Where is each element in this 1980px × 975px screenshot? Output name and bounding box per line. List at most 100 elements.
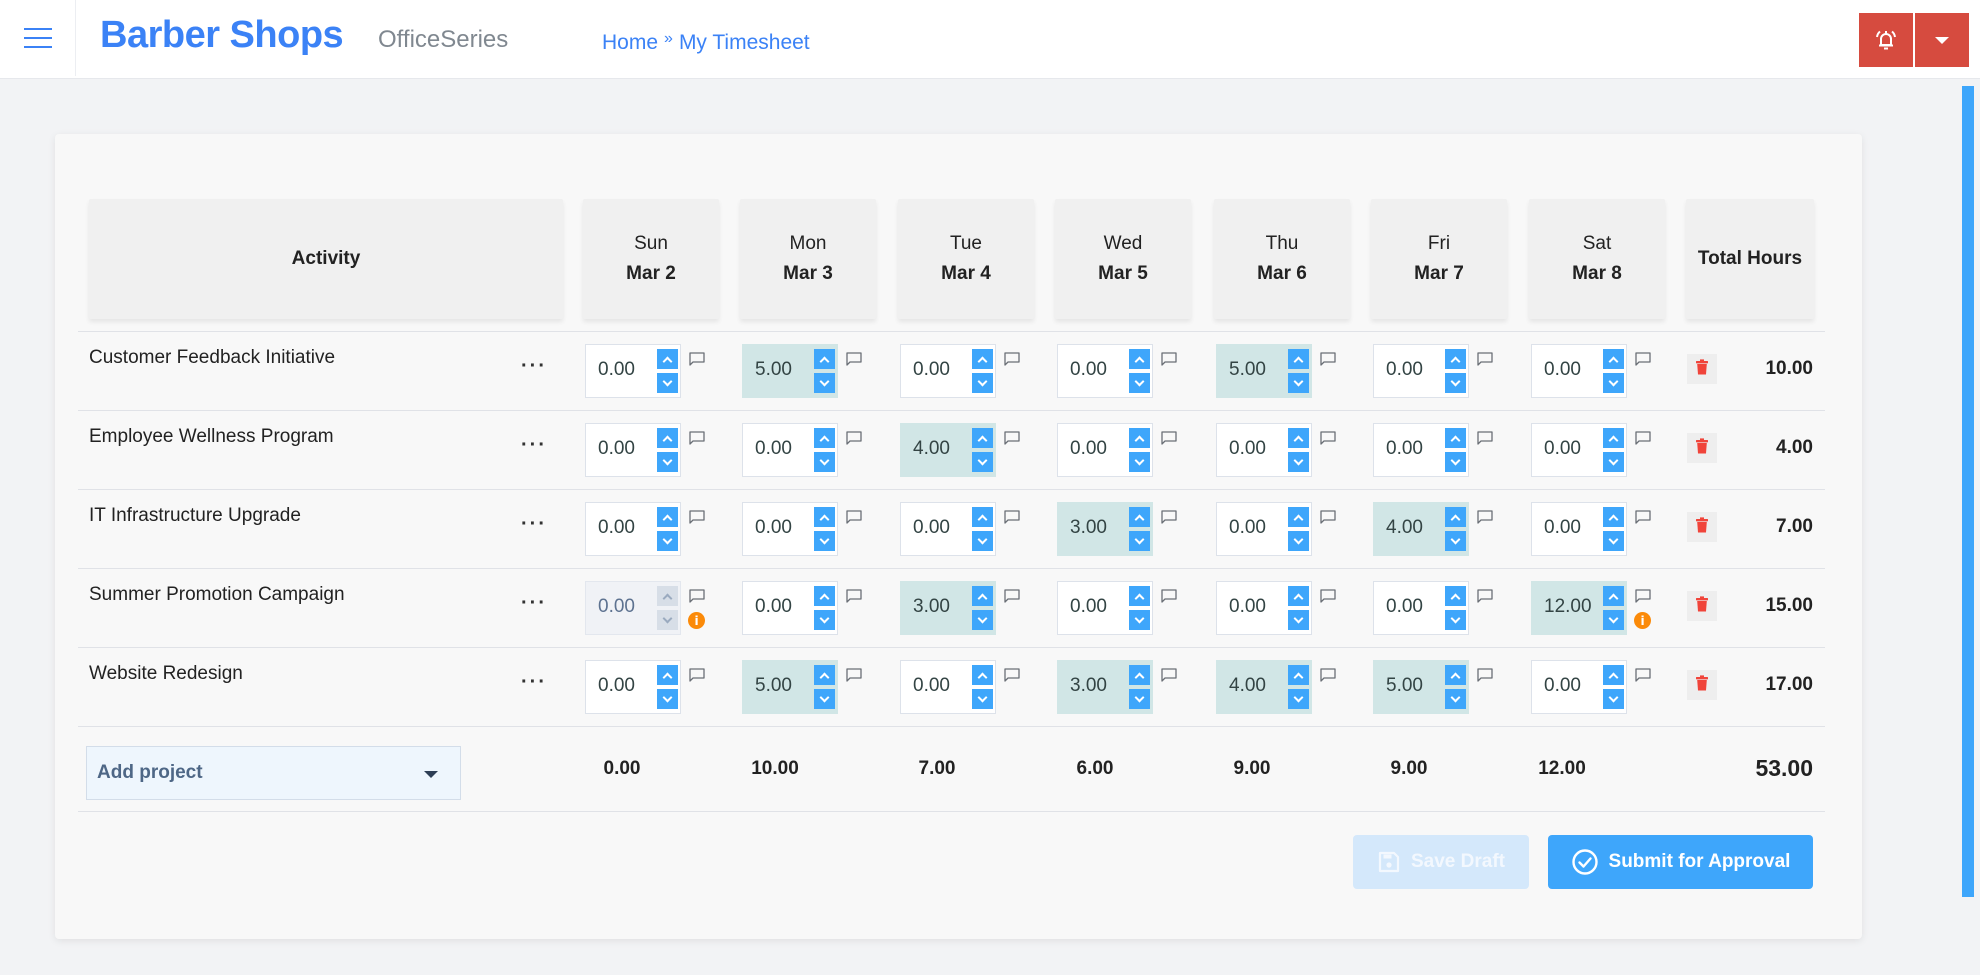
comment-icon[interactable] — [1320, 510, 1336, 524]
comment-icon[interactable] — [1004, 589, 1020, 603]
comment-icon[interactable] — [846, 352, 862, 366]
increment-button[interactable] — [1603, 586, 1624, 606]
hours-input-sat[interactable] — [1531, 581, 1627, 635]
notifications-button[interactable] — [1859, 13, 1913, 67]
increment-button[interactable] — [814, 428, 835, 448]
hours-input-fri[interactable] — [1373, 423, 1469, 477]
hours-value[interactable] — [598, 675, 654, 697]
comment-icon[interactable] — [1477, 668, 1493, 682]
hours-value[interactable] — [1070, 596, 1126, 618]
increment-button[interactable] — [814, 665, 835, 685]
increment-button[interactable] — [972, 428, 993, 448]
decrement-button[interactable] — [657, 689, 678, 709]
increment-button[interactable] — [1288, 428, 1309, 448]
hours-value[interactable] — [1229, 438, 1285, 460]
hours-value[interactable] — [1070, 438, 1126, 460]
increment-button[interactable] — [972, 349, 993, 369]
comment-icon[interactable] — [1635, 510, 1651, 524]
hours-input-wed[interactable] — [1057, 660, 1153, 714]
hours-value[interactable] — [913, 596, 969, 618]
decrement-button[interactable] — [657, 452, 678, 472]
increment-button[interactable] — [657, 665, 678, 685]
decrement-button[interactable] — [1445, 689, 1466, 709]
decrement-button[interactable] — [814, 452, 835, 472]
decrement-button[interactable] — [1288, 452, 1309, 472]
decrement-button[interactable] — [1288, 610, 1309, 630]
comment-icon[interactable] — [846, 431, 862, 445]
hours-input-mon[interactable] — [742, 660, 838, 714]
hours-input-tue[interactable] — [900, 423, 996, 477]
hours-value[interactable] — [1544, 596, 1600, 618]
hours-value[interactable] — [598, 517, 654, 539]
decrement-button[interactable] — [972, 610, 993, 630]
comment-icon[interactable] — [1320, 352, 1336, 366]
hours-value[interactable] — [755, 517, 811, 539]
increment-button[interactable] — [1445, 349, 1466, 369]
increment-button[interactable] — [972, 665, 993, 685]
comment-icon[interactable] — [1004, 431, 1020, 445]
hours-input-thu[interactable] — [1216, 423, 1312, 477]
increment-button[interactable] — [972, 586, 993, 606]
hours-value[interactable] — [1386, 675, 1442, 697]
hours-value[interactable] — [913, 675, 969, 697]
hours-input-sat[interactable] — [1531, 502, 1627, 556]
delete-row-button[interactable] — [1687, 591, 1717, 621]
increment-button[interactable] — [814, 349, 835, 369]
comment-icon[interactable] — [689, 668, 705, 682]
hours-input-thu[interactable] — [1216, 344, 1312, 398]
decrement-button[interactable] — [1288, 373, 1309, 393]
hours-value[interactable] — [1229, 596, 1285, 618]
increment-button[interactable] — [1129, 665, 1150, 685]
decrement-button[interactable] — [814, 531, 835, 551]
decrement-button[interactable] — [1445, 452, 1466, 472]
comment-icon[interactable] — [1635, 589, 1651, 603]
comment-icon[interactable] — [1161, 589, 1177, 603]
hours-value[interactable] — [598, 359, 654, 381]
hours-input-mon[interactable] — [742, 581, 838, 635]
increment-button[interactable] — [972, 507, 993, 527]
hours-value[interactable] — [913, 517, 969, 539]
comment-icon[interactable] — [1635, 352, 1651, 366]
hours-value[interactable] — [755, 359, 811, 381]
decrement-button[interactable] — [1129, 689, 1150, 709]
hours-input-mon[interactable] — [742, 502, 838, 556]
hours-input-tue[interactable] — [900, 660, 996, 714]
row-options-menu[interactable]: ··· — [521, 434, 547, 457]
comment-icon[interactable] — [846, 589, 862, 603]
comment-icon[interactable] — [689, 589, 705, 603]
row-options-menu[interactable]: ··· — [521, 355, 547, 378]
row-options-menu[interactable]: ··· — [521, 671, 547, 694]
hours-input-tue[interactable] — [900, 502, 996, 556]
hamburger-icon[interactable] — [24, 28, 52, 50]
decrement-button[interactable] — [1288, 531, 1309, 551]
hours-value[interactable] — [1544, 359, 1600, 381]
hours-value[interactable] — [598, 438, 654, 460]
comment-icon[interactable] — [1320, 589, 1336, 603]
hours-input-fri[interactable] — [1373, 581, 1469, 635]
save-draft-button[interactable]: Save Draft — [1353, 835, 1529, 889]
hours-input-fri[interactable] — [1373, 344, 1469, 398]
decrement-button[interactable] — [1129, 452, 1150, 472]
comment-icon[interactable] — [1161, 431, 1177, 445]
hours-input-thu[interactable] — [1216, 581, 1312, 635]
comment-icon[interactable] — [1635, 668, 1651, 682]
hours-input-sun[interactable] — [585, 423, 681, 477]
comment-icon[interactable] — [1320, 431, 1336, 445]
decrement-button[interactable] — [1603, 531, 1624, 551]
hours-value[interactable] — [1229, 675, 1285, 697]
hours-input-wed[interactable] — [1057, 502, 1153, 556]
increment-button[interactable] — [814, 507, 835, 527]
add-project-dropdown[interactable]: Add project — [86, 746, 461, 800]
breadcrumb-home[interactable]: Home — [602, 31, 658, 55]
comment-icon[interactable] — [1477, 510, 1493, 524]
hours-value[interactable] — [1544, 675, 1600, 697]
breadcrumb-my-timesheet[interactable]: My Timesheet — [679, 31, 810, 55]
hours-input-mon[interactable] — [742, 344, 838, 398]
hours-value[interactable] — [1386, 359, 1442, 381]
decrement-button[interactable] — [972, 373, 993, 393]
decrement-button[interactable] — [814, 373, 835, 393]
decrement-button[interactable] — [814, 610, 835, 630]
hours-input-wed[interactable] — [1057, 581, 1153, 635]
hours-input-sat[interactable] — [1531, 423, 1627, 477]
hours-value[interactable] — [1544, 438, 1600, 460]
